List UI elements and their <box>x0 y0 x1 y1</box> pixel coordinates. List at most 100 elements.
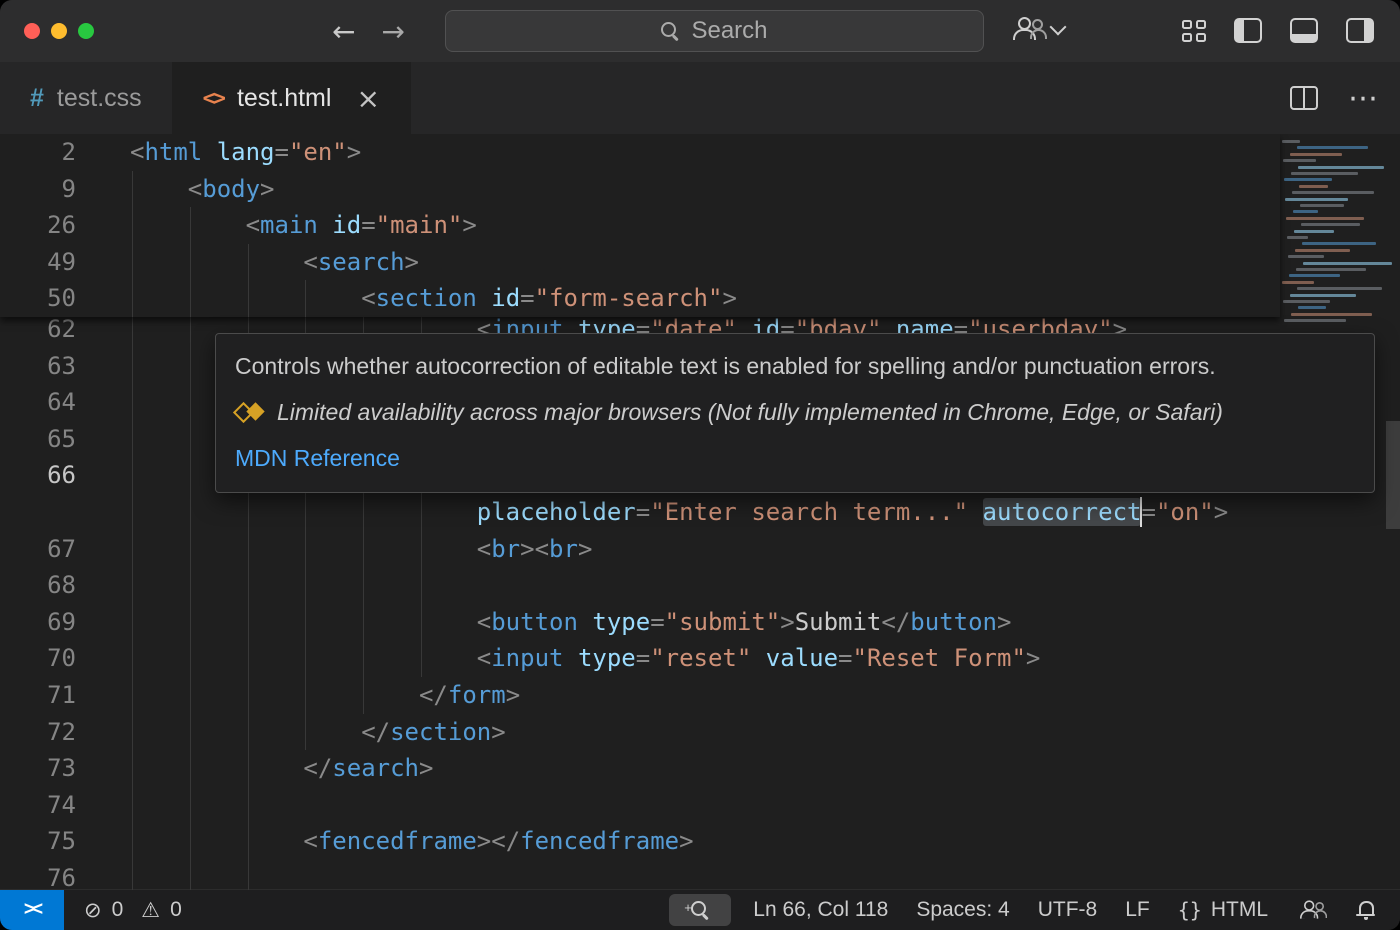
minimize-window-button[interactable] <box>51 23 67 39</box>
line-number[interactable]: 2 <box>0 134 76 171</box>
code-text: <button type="submit">Submit</button> <box>76 604 1400 641</box>
line-number[interactable]: 74 <box>0 787 76 824</box>
minimap-line <box>1288 255 1324 258</box>
tab-test-html[interactable]: <> test.html × <box>173 62 411 134</box>
sticky-line[interactable]: 2<html lang="en"> <box>0 134 1280 171</box>
line-number[interactable]: 72 <box>0 714 76 751</box>
indent-guide <box>132 348 133 385</box>
code-line[interactable]: 68 <box>0 567 1400 604</box>
minimap-line <box>1296 268 1366 271</box>
minimap-line <box>1301 223 1360 226</box>
line-number[interactable]: 26 <box>0 207 76 244</box>
toggle-panel-icon[interactable] <box>1290 18 1318 43</box>
line-number[interactable]: 75 <box>0 823 76 860</box>
tab-label: test.css <box>57 84 142 113</box>
line-number[interactable]: 70 <box>0 640 76 677</box>
line-number[interactable]: 69 <box>0 604 76 641</box>
code-text <box>76 567 1400 604</box>
language-mode[interactable]: {} HTML <box>1164 890 1282 930</box>
indent-guide <box>132 787 133 824</box>
indent-guide <box>190 750 191 787</box>
accounts-menu[interactable] <box>1012 16 1064 42</box>
code-line[interactable]: 67 <br><br> <box>0 531 1400 568</box>
sticky-line[interactable]: 50 <section id="form-search"> <box>0 280 1280 317</box>
zoom-window-button[interactable] <box>78 23 94 39</box>
line-number[interactable]: 63 <box>0 348 76 385</box>
indent-guide <box>363 567 364 604</box>
sticky-line[interactable]: 9 <body> <box>0 171 1280 208</box>
editor[interactable]: 62 <input type="date" id="bday" name="us… <box>0 134 1400 890</box>
code-line[interactable]: 71 </form> <box>0 677 1400 714</box>
eol-setting[interactable]: LF <box>1111 890 1164 930</box>
line-number[interactable]: 67 <box>0 531 76 568</box>
line-number[interactable]: 68 <box>0 567 76 604</box>
line-number[interactable]: 64 <box>0 384 76 421</box>
indent-guide <box>132 640 133 677</box>
indentation-setting[interactable]: Spaces: 4 <box>902 890 1023 930</box>
error-icon[interactable]: ⊘ <box>84 898 102 922</box>
close-window-button[interactable] <box>24 23 40 39</box>
cursor-position[interactable]: Ln 66, Col 118 <box>739 890 902 930</box>
code-line[interactable]: placeholder="Enter search term..." autoc… <box>0 494 1400 531</box>
code-line[interactable]: 76 <box>0 860 1400 890</box>
sticky-scroll[interactable]: 2<html lang="en">9 <body>26 <main id="ma… <box>0 134 1280 317</box>
code-line[interactable]: 73 </search> <box>0 750 1400 787</box>
mdn-reference-link[interactable]: MDN Reference <box>235 441 1355 475</box>
code-line[interactable]: 70 <input type="reset" value="Reset Form… <box>0 640 1400 677</box>
toggle-primary-sidebar-icon[interactable] <box>1234 18 1262 43</box>
warning-icon[interactable]: ⚠ <box>141 898 160 922</box>
indent-guide <box>190 348 191 385</box>
scrollbar-thumb[interactable] <box>1386 421 1400 529</box>
indent-guide <box>421 604 422 641</box>
line-number[interactable]: 9 <box>0 171 76 208</box>
forward-button[interactable]: → <box>381 15 404 48</box>
tab-label: test.html <box>237 84 331 113</box>
code-line[interactable]: 75 <fencedframe></fencedframe> <box>0 823 1400 860</box>
code-text: <section id="form-search"> <box>76 280 1280 317</box>
close-tab-icon[interactable]: × <box>356 82 379 115</box>
back-button[interactable]: ← <box>332 15 355 48</box>
notifications-item[interactable] <box>1342 890 1390 930</box>
indent-guide <box>132 494 133 531</box>
line-number[interactable]: 50 <box>0 280 76 317</box>
minimap-line <box>1287 236 1308 239</box>
toggle-secondary-sidebar-icon[interactable] <box>1346 18 1374 43</box>
line-number[interactable]: 73 <box>0 750 76 787</box>
line-number[interactable]: 76 <box>0 860 76 890</box>
indent-guide <box>305 280 306 317</box>
accounts-status-item[interactable] <box>1282 890 1342 930</box>
line-number[interactable]: 71 <box>0 677 76 714</box>
indent-guide <box>190 640 191 677</box>
customize-layout-icon[interactable] <box>1182 20 1206 42</box>
code-line[interactable]: 74 <box>0 787 1400 824</box>
line-number[interactable]: 49 <box>0 244 76 281</box>
warning-count[interactable]: 0 <box>170 898 182 922</box>
code-line[interactable]: 69 <button type="submit">Submit</button> <box>0 604 1400 641</box>
indent-guide <box>132 421 133 458</box>
minimap-line <box>1284 178 1332 181</box>
minimap-line <box>1286 217 1364 220</box>
indent-guide <box>190 421 191 458</box>
code-text: <html lang="en"> <box>76 134 1280 171</box>
split-editor-icon[interactable] <box>1290 86 1318 110</box>
line-number[interactable]: 66 <box>0 457 76 494</box>
indent-guide <box>305 567 306 604</box>
indent-guide <box>190 714 191 751</box>
remote-indicator[interactable]: >< <box>0 890 64 930</box>
search-box[interactable]: Search <box>445 10 984 52</box>
minimap[interactable] <box>1280 134 1386 890</box>
line-number[interactable] <box>0 494 76 531</box>
minimap-line <box>1302 242 1376 245</box>
zoom-button[interactable]: + <box>669 894 731 926</box>
code-line[interactable]: 72 </section> <box>0 714 1400 751</box>
sticky-line[interactable]: 26 <main id="main"> <box>0 207 1280 244</box>
error-count[interactable]: 0 <box>112 898 124 922</box>
sticky-line[interactable]: 49 <search> <box>0 244 1280 281</box>
indent-guide <box>132 244 133 281</box>
tab-test-css[interactable]: # test.css <box>0 62 173 134</box>
more-actions-icon[interactable]: ⋯ <box>1348 81 1378 116</box>
encoding-setting[interactable]: UTF-8 <box>1024 890 1112 930</box>
line-number[interactable]: 65 <box>0 421 76 458</box>
indent-guide <box>190 787 191 824</box>
minimap-line <box>1292 191 1374 194</box>
